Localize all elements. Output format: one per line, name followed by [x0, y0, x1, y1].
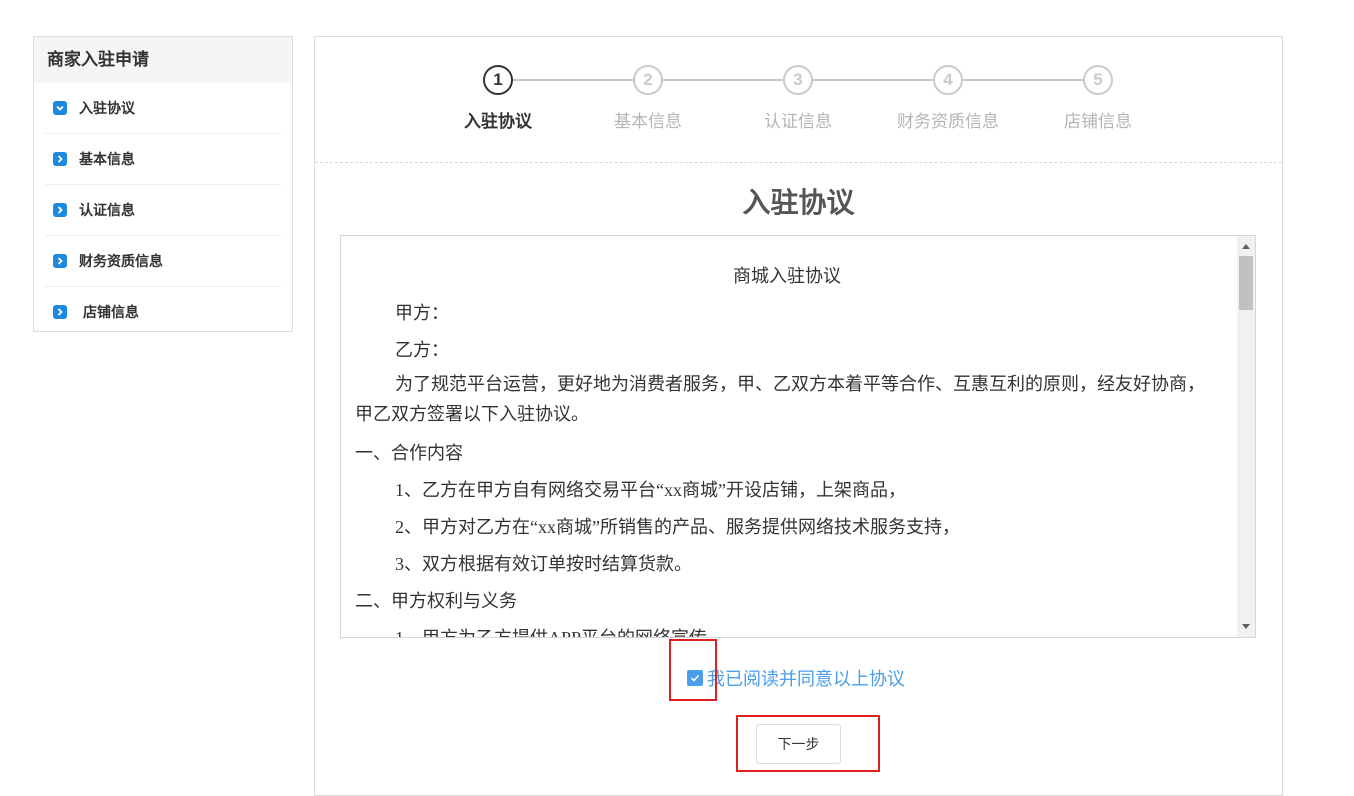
agreement-clause: 1、乙方在甲方自有网络交易平台“xx商城”开设店铺，上架商品，: [395, 480, 906, 500]
agreement-section-title: 二、甲方权利与义务: [355, 591, 517, 611]
step-number: 1: [483, 65, 513, 95]
chevron-right-icon: [53, 203, 67, 217]
scroll-thumb[interactable]: [1239, 256, 1253, 310]
step-label: 店铺信息: [1064, 112, 1132, 131]
highlight-box-checkbox: [669, 639, 717, 701]
scroll-up-icon[interactable]: [1237, 238, 1255, 254]
step-certification[interactable]: 3 认证信息: [738, 65, 858, 132]
sidebar-title: 商家入驻申请: [34, 37, 292, 83]
scrollbar[interactable]: [1237, 236, 1255, 637]
step-label: 基本信息: [614, 112, 682, 131]
sidebar-list: 入驻协议 基本信息 认证信息 财务资质信息 店铺信息: [34, 83, 292, 337]
chevron-right-icon: [53, 254, 67, 268]
agreement-party-a: 甲方：: [395, 303, 449, 323]
sidebar-item-label: 基本信息: [79, 151, 135, 167]
sidebar-item-basic-info[interactable]: 基本信息: [45, 134, 281, 185]
sidebar-item-label: 财务资质信息: [79, 253, 163, 269]
agreement-clause: 2、甲方对乙方在“xx商城”所销售的产品、服务提供网络技术服务支持，: [395, 517, 960, 537]
step-basic-info[interactable]: 2 基本信息: [588, 65, 708, 132]
sidebar-item-label: 店铺信息: [83, 304, 139, 320]
progress-steps: 1 入驻协议 2 基本信息 3 认证信息 4 财务资质信息 5 店铺信息: [315, 37, 1282, 163]
page-title: 入驻协议: [742, 187, 855, 218]
agree-label[interactable]: 我已阅读并同意以上协议: [707, 665, 905, 691]
chevron-right-icon: [53, 305, 67, 319]
sidebar-item-label: 入驻协议: [79, 100, 135, 116]
step-store[interactable]: 5 店铺信息: [1038, 65, 1158, 132]
sidebar-item-certification[interactable]: 认证信息: [45, 185, 281, 236]
sidebar: 商家入驻申请 入驻协议 基本信息 认证信息 财务资质信息 店铺信息: [33, 36, 293, 332]
chevron-right-icon: [53, 152, 67, 166]
step-number: 2: [633, 65, 663, 95]
agreement-section-title: 一、合作内容: [355, 443, 463, 463]
agreement-party-b: 乙方：: [395, 340, 449, 360]
sidebar-item-finance[interactable]: 财务资质信息: [45, 236, 281, 287]
step-number: 5: [1083, 65, 1113, 95]
main-panel: 1 入驻协议 2 基本信息 3 认证信息 4 财务资质信息 5 店铺信息 入驻协…: [314, 36, 1283, 796]
agreement-intro: 为了规范平台运营，更好地为消费者服务，甲、乙双方本着平等合作、互惠互利的原则，经…: [355, 374, 1205, 424]
agreement-clause: 3、双方根据有效订单按时结算货款。: [395, 554, 692, 574]
agreement-content: 商城入驻协议 甲方： 乙方： 为了规范平台运营，更好地为消费者服务，甲、乙双方本…: [355, 258, 1219, 638]
step-number: 3: [783, 65, 813, 95]
agreement-textbox[interactable]: 商城入驻协议 甲方： 乙方： 为了规范平台运营，更好地为消费者服务，甲、乙双方本…: [340, 235, 1256, 638]
sidebar-item-label: 认证信息: [79, 202, 135, 218]
agree-row: 我已阅读并同意以上协议: [687, 665, 905, 691]
sidebar-item-agreement[interactable]: 入驻协议: [45, 83, 281, 134]
step-finance[interactable]: 4 财务资质信息: [888, 65, 1008, 132]
step-agreement[interactable]: 1 入驻协议: [438, 65, 558, 132]
step-label: 认证信息: [764, 112, 832, 131]
sidebar-item-store[interactable]: 店铺信息: [45, 287, 281, 337]
chevron-down-icon: [53, 101, 67, 115]
step-number: 4: [933, 65, 963, 95]
step-label: 财务资质信息: [897, 112, 999, 131]
scroll-down-icon[interactable]: [1237, 619, 1255, 635]
step-label: 入驻协议: [464, 112, 532, 131]
highlight-box-next-button: [736, 715, 880, 772]
agreement-heading: 商城入驻协议: [733, 266, 841, 286]
agreement-clause: 1、甲方为乙方提供APP平台的网络宣传: [395, 628, 708, 638]
